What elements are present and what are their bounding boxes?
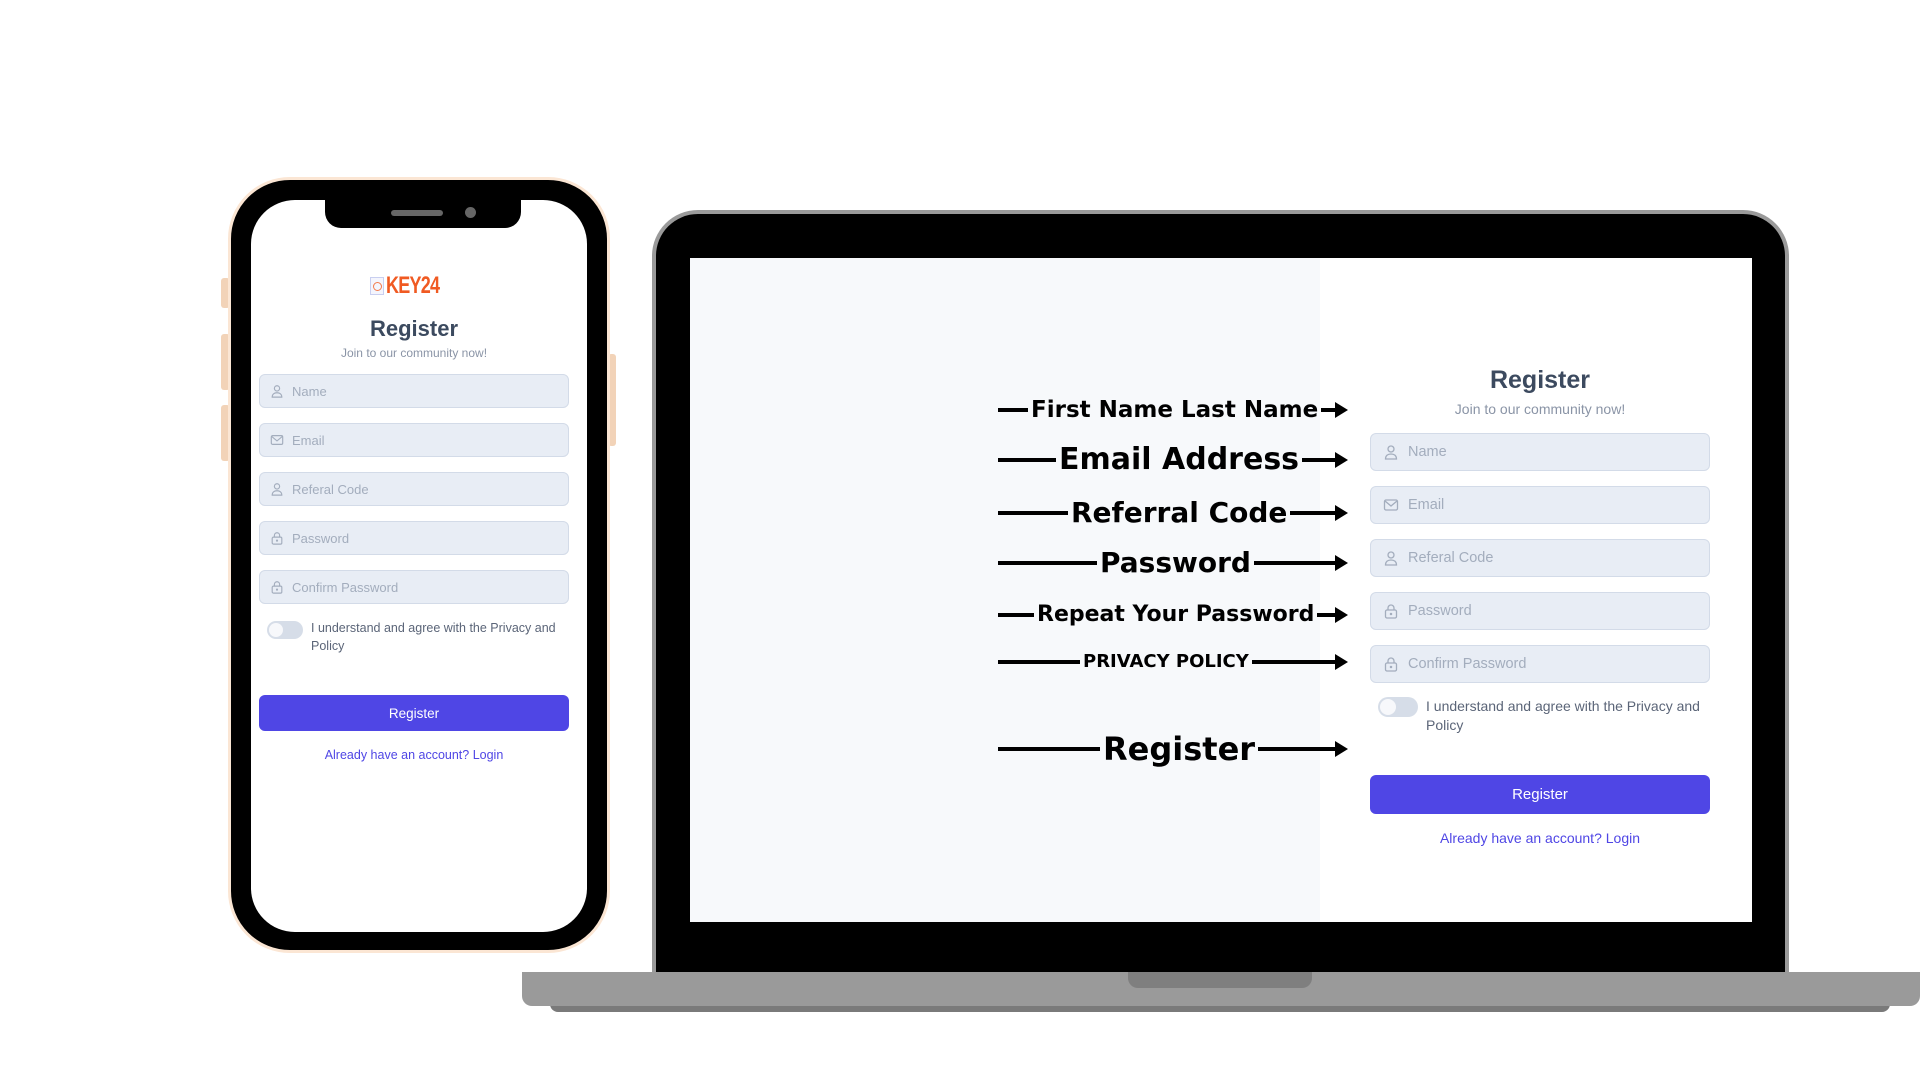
annotation-referral: Referral Code	[998, 496, 1348, 529]
privacy-agreement-text: I understand and agree with the Privacy …	[1426, 698, 1700, 733]
email-input[interactable]	[292, 432, 568, 448]
name-input[interactable]	[292, 383, 568, 399]
annotation-label: Register	[1103, 730, 1256, 768]
arrow-right-icon	[1335, 504, 1348, 521]
privacy-agreement: I understand and agree with the Privacy …	[259, 619, 569, 655]
annotation-label: First Name Last Name	[1031, 397, 1319, 423]
name-input[interactable]	[1408, 444, 1709, 460]
arrow-right-icon	[1335, 741, 1348, 757]
name-field[interactable]	[1370, 433, 1710, 471]
phone-notch	[325, 200, 521, 228]
confirm-password-field[interactable]	[259, 570, 569, 604]
arrow-right-icon	[1335, 606, 1348, 623]
lock-icon	[271, 532, 283, 545]
privacy-agreement: I understand and agree with the Privacy …	[1370, 697, 1710, 735]
email-input[interactable]	[1408, 497, 1709, 513]
password-field[interactable]	[259, 521, 569, 555]
laptop-register-form: Register Join to our community now! Name…	[1370, 366, 1710, 846]
referral-code-field[interactable]	[1370, 539, 1710, 577]
privacy-toggle[interactable]	[267, 621, 303, 639]
user-icon	[1384, 445, 1398, 460]
annotation-password: Password	[998, 546, 1348, 579]
lock-icon	[271, 581, 283, 594]
phone-frame: KEY24 Register Join to our community now…	[228, 177, 610, 953]
annotation-label: Password	[1100, 546, 1251, 579]
toggle-knob	[269, 623, 283, 637]
privacy-toggle[interactable]	[1378, 697, 1418, 717]
phone-speaker	[391, 210, 443, 216]
laptop-base	[522, 972, 1920, 1006]
logo-emblem-icon	[370, 277, 385, 295]
arrow-right-icon	[1335, 451, 1348, 468]
register-button[interactable]: Register	[259, 695, 569, 731]
confirm-password-input[interactable]	[292, 579, 568, 595]
page-subtitle: Join to our community now!	[340, 346, 488, 360]
user-icon	[271, 483, 283, 496]
phone-register-form: KEY24 Register Join to our community now…	[259, 272, 569, 762]
toggle-knob	[1380, 699, 1396, 715]
confirm-password-field[interactable]	[1370, 645, 1710, 683]
lock-icon	[1384, 604, 1398, 619]
arrow-right-icon	[1335, 554, 1348, 571]
annotation-confirm-password: Repeat Your Password	[998, 602, 1348, 627]
page-subtitle: Join to our community now!	[1454, 401, 1626, 417]
arrow-right-icon	[1335, 653, 1348, 670]
annotation-email: Email Address	[998, 442, 1348, 477]
login-link[interactable]: Already have an account? Login	[325, 748, 504, 762]
annotation-label: Referral Code	[1071, 496, 1288, 529]
annotation-register: Register	[998, 730, 1348, 768]
phone-camera	[465, 207, 476, 218]
brand-logo: KEY24	[370, 272, 457, 300]
password-field[interactable]	[1370, 592, 1710, 630]
email-field[interactable]	[1370, 486, 1710, 524]
annotation-label: Email Address	[1059, 442, 1300, 477]
register-button[interactable]: Register	[1370, 775, 1710, 814]
referral-code-input[interactable]	[292, 481, 568, 497]
privacy-agreement-text: I understand and agree with the Privacy …	[311, 621, 556, 653]
mail-icon	[270, 435, 284, 445]
password-input[interactable]	[1408, 603, 1709, 619]
lock-icon	[1384, 657, 1398, 672]
name-field[interactable]	[259, 374, 569, 408]
user-icon	[1384, 551, 1398, 566]
annotation-label: Repeat Your Password	[1037, 602, 1315, 627]
email-field[interactable]	[259, 423, 569, 457]
annotation-name: First Name Last Name	[998, 397, 1348, 423]
mail-icon	[1383, 499, 1399, 511]
annotation-label: PRIVACY POLICY	[1083, 651, 1249, 672]
page-title: Register	[1489, 366, 1591, 394]
referral-code-field[interactable]	[259, 472, 569, 506]
laptop-screen: First Name Last Name Email Address Refer…	[690, 258, 1752, 922]
password-input[interactable]	[292, 530, 568, 546]
login-link[interactable]: Already have an account? Login	[1440, 830, 1640, 846]
confirm-password-input[interactable]	[1408, 656, 1709, 672]
user-icon	[271, 385, 283, 398]
referral-code-input[interactable]	[1408, 550, 1709, 566]
logo-text: KEY24	[386, 272, 440, 299]
annotation-privacy: PRIVACY POLICY	[998, 651, 1348, 672]
arrow-right-icon	[1335, 402, 1348, 418]
page-title: Register	[369, 316, 459, 341]
phone-screen: KEY24 Register Join to our community now…	[251, 200, 587, 932]
laptop-lid: First Name Last Name Email Address Refer…	[652, 210, 1789, 980]
laptop-trackpad-notch	[1128, 972, 1312, 988]
